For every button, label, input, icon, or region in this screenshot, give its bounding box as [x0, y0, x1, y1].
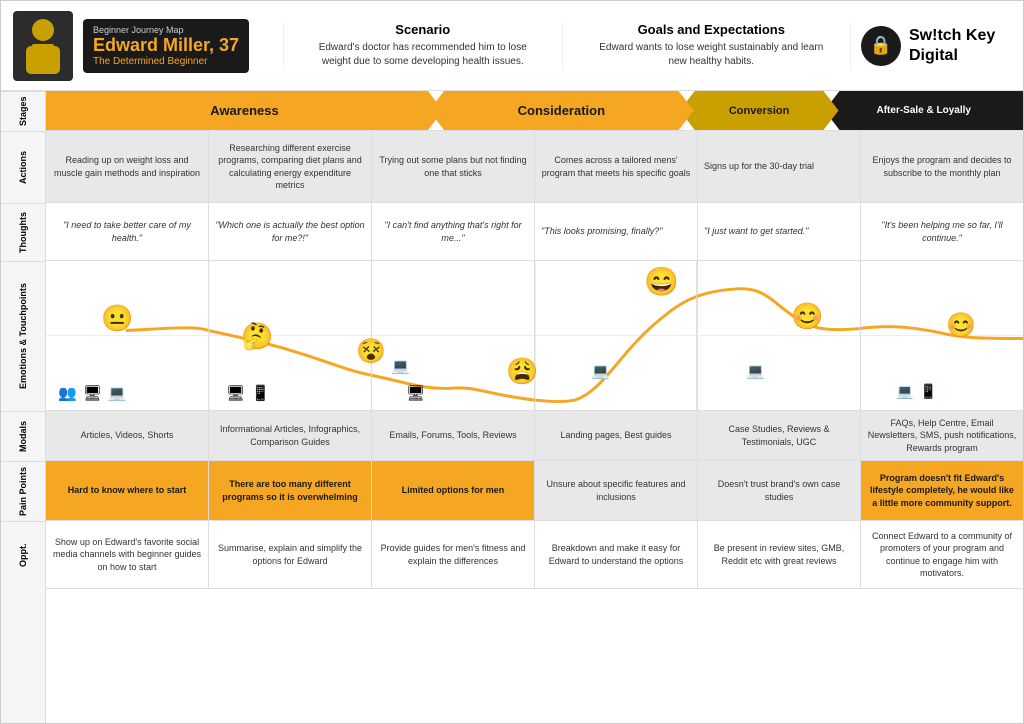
scenario-text: Edward's doctor has recommended him to l…: [304, 41, 542, 69]
pain-row: Hard to know where to start There are to…: [46, 461, 1023, 521]
modal-4: Landing pages, Best guides: [535, 411, 698, 460]
goals-text: Edward wants to lose weight sustainably …: [593, 41, 831, 69]
oppt-2: Summarise, explain and simplify the opti…: [209, 521, 372, 588]
mobile-icon-6: 📱: [919, 383, 936, 400]
pain-3: Limited options for men: [372, 461, 535, 520]
label-emotions: Emotions & Touchpoints: [1, 261, 45, 411]
label-stages: Stages: [1, 91, 45, 131]
thought-5: "I just want to get started.": [698, 203, 861, 260]
persona-section: Beginner Journey Map Edward Miller, 37 T…: [13, 11, 273, 81]
pain-1: Hard to know where to start: [46, 461, 209, 520]
stage-consideration: Consideration: [429, 91, 694, 130]
modal-1: Articles, Videos, Shorts: [46, 411, 209, 460]
devices-3b: 🖥: [406, 384, 425, 402]
emotions-row: 😐 🤔 😵 😩 😄 😊 😊 👥 🖥 💻 🖥 📱: [46, 261, 1023, 411]
modals-row: Articles, Videos, Shorts Informational A…: [46, 411, 1023, 461]
persona-info: Beginner Journey Map Edward Miller, 37 T…: [83, 19, 249, 73]
people-icon: 👥: [58, 384, 77, 402]
stage-aftersale: After-Sale & Loyally: [825, 91, 1024, 130]
emoji-4: 😩: [506, 356, 538, 387]
modal-5: Case Studies, Reviews & Testimonials, UG…: [698, 411, 861, 460]
stage-conversion: Conversion: [680, 91, 839, 130]
laptop-icon-4: 💻: [591, 362, 610, 380]
thoughts-row: "I need to take better care of my health…: [46, 203, 1023, 261]
pain-5: Doesn't trust brand's own case studies: [698, 461, 861, 520]
action-3: Trying out some plans but not finding on…: [372, 131, 535, 202]
thought-3: "I can't find anything that's right for …: [372, 203, 535, 260]
desktop-icon-1: 🖥: [83, 384, 102, 402]
modal-6: FAQs, Help Centre, Email Newsletters, SM…: [861, 411, 1023, 460]
header: Beginner Journey Map Edward Miller, 37 T…: [1, 1, 1023, 91]
label-pain: Pain Points: [1, 461, 45, 521]
desktop-icon-3: 🖥: [406, 384, 425, 402]
emoji-5: 😄: [644, 265, 679, 298]
content-grid: Awareness Consideration Conversion After…: [46, 91, 1023, 723]
pain-6: Program doesn't fit Edward's lifestyle c…: [861, 461, 1023, 520]
actions-row: Reading up on weight loss and muscle gai…: [46, 131, 1023, 203]
oppt-6: Connect Edward to a community of promote…: [861, 521, 1023, 588]
journey-map: Beginner Journey Map Edward Miller, 37 T…: [0, 0, 1024, 724]
action-4: Comes across a tailored mens' program th…: [535, 131, 698, 202]
emoji-2: 🤔: [241, 321, 273, 352]
persona-title: The Determined Beginner: [93, 56, 239, 67]
modal-3: Emails, Forums, Tools, Reviews: [372, 411, 535, 460]
action-2: Researching different exercise programs,…: [209, 131, 372, 202]
emoji-1: 😐: [101, 303, 133, 334]
stages-row: Awareness Consideration Conversion After…: [46, 91, 1023, 131]
oppt-1: Show up on Edward's favorite social medi…: [46, 521, 209, 588]
desktop-icon-2: 🖥: [226, 384, 245, 402]
brand-name: Sw!tch Key Digital: [909, 26, 995, 64]
oppt-4: Breakdown and make it easy for Edward to…: [535, 521, 698, 588]
pain-2: There are too many different programs so…: [209, 461, 372, 520]
modal-2: Informational Articles, Infographics, Co…: [209, 411, 372, 460]
brand-section: 🔒 Sw!tch Key Digital: [861, 26, 1011, 66]
devices-4: 💻: [591, 362, 610, 380]
action-6: Enjoys the program and decides to subscr…: [861, 131, 1023, 202]
thought-1: "I need to take better care of my health…: [46, 203, 209, 260]
laptop-icon-1: 💻: [108, 384, 127, 402]
mobile-icon-2: 📱: [251, 384, 270, 402]
avatar: [13, 11, 73, 81]
scenario-section: Scenario Edward's doctor has recommended…: [283, 22, 563, 69]
goals-title: Goals and Expectations: [593, 22, 831, 37]
persona-name: Edward Miller, 37: [93, 35, 239, 56]
devices-6: 💻 📱: [896, 383, 937, 400]
action-1: Reading up on weight loss and muscle gai…: [46, 131, 209, 202]
devices-3: 💻: [391, 357, 410, 375]
devices-1: 👥 🖥 💻: [58, 384, 126, 402]
row-labels: Stages Actions Thoughts Emotions & Touch…: [1, 91, 46, 723]
action-5: Signs up for the 30-day trial: [698, 131, 861, 202]
devices-2: 🖥 📱: [226, 384, 270, 402]
devices-5: 💻: [746, 362, 765, 380]
oppt-5: Be present in review sites, GMB, Reddit …: [698, 521, 861, 588]
label-modals: Modals: [1, 411, 45, 461]
persona-label: Beginner Journey Map: [93, 25, 239, 35]
stage-awareness: Awareness: [46, 91, 443, 130]
goals-section: Goals and Expectations Edward wants to l…: [573, 22, 852, 69]
oppt-row: Show up on Edward's favorite social medi…: [46, 521, 1023, 589]
scenario-title: Scenario: [304, 22, 542, 37]
thought-6: "It's been helping me so far, I'll conti…: [861, 203, 1023, 260]
main-content: Stages Actions Thoughts Emotions & Touch…: [1, 91, 1023, 723]
thought-4: "This looks promising, finally?": [535, 203, 698, 260]
laptop-icon-6: 💻: [896, 383, 913, 400]
emotion-curve: [46, 261, 1023, 410]
label-actions: Actions: [1, 131, 45, 203]
pain-4: Unsure about specific features and inclu…: [535, 461, 698, 520]
emoji-6: 😊: [791, 301, 823, 332]
emoji-7: 😊: [946, 311, 976, 340]
emoji-3: 😵: [356, 337, 386, 366]
laptop-icon-3: 💻: [391, 357, 410, 375]
brand-logo: 🔒: [861, 26, 901, 66]
label-oppt: Oppt.: [1, 521, 45, 589]
laptop-icon-5: 💻: [746, 362, 765, 380]
label-thoughts: Thoughts: [1, 203, 45, 261]
thought-2: "Which one is actually the best option f…: [209, 203, 372, 260]
oppt-3: Provide guides for men's fitness and exp…: [372, 521, 535, 588]
